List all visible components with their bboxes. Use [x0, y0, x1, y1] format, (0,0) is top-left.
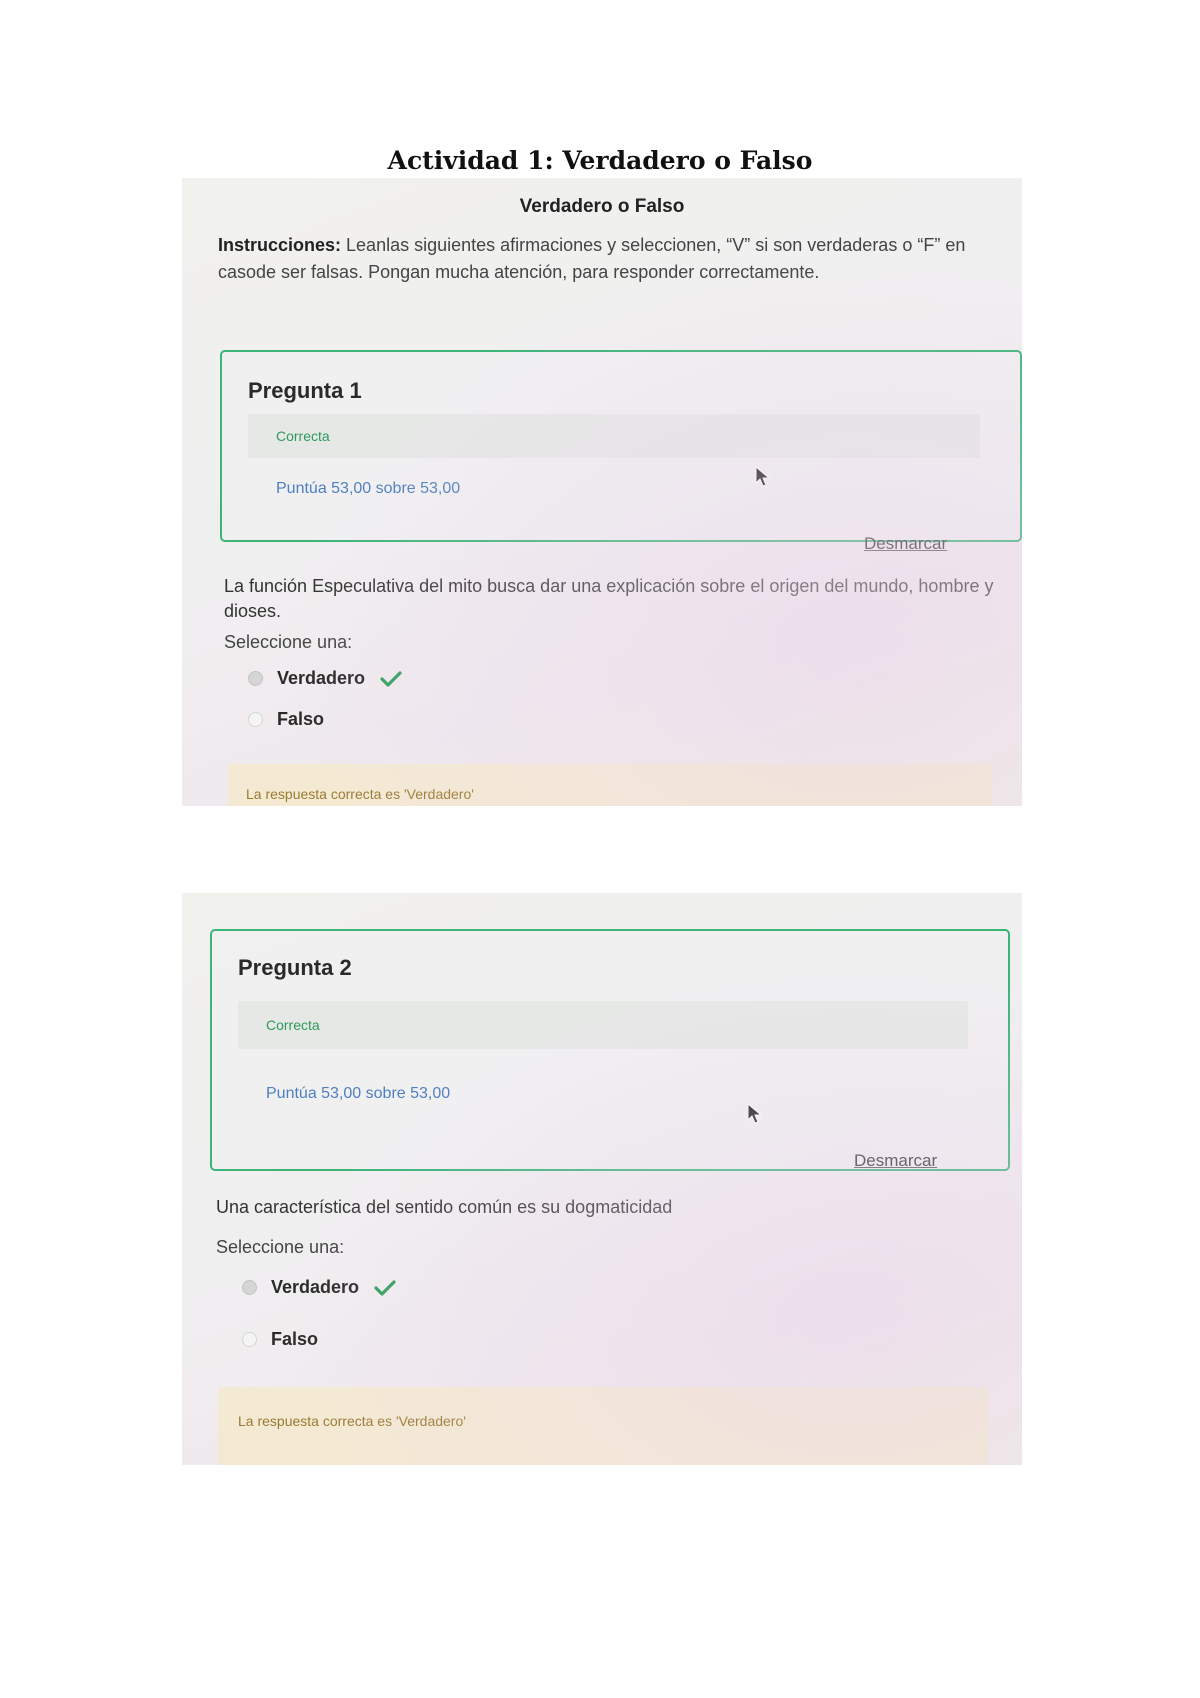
option-label: Falso	[277, 709, 325, 729]
question-state-bar	[238, 1001, 968, 1049]
check-icon	[374, 1279, 396, 1296]
radio-button[interactable]	[248, 712, 263, 727]
option-verdadero[interactable]: Verdadero	[248, 668, 403, 689]
option-falso[interactable]: Falso	[242, 1329, 318, 1350]
mouse-cursor-icon	[747, 1103, 763, 1124]
unflag-link[interactable]: Desmarcar	[864, 534, 947, 554]
select-label: Seleccione una:	[224, 632, 353, 652]
feedback-text: La respuesta correcta es 'Verdadero'	[246, 786, 474, 802]
check-icon	[380, 670, 402, 687]
document-title: Actividad 1: Verdadero o Falso	[387, 146, 813, 175]
screenshot-question-1: Verdadero o Falso Instrucciones: Leanlas…	[182, 178, 1022, 806]
instructions: Instrucciones: Leanlas siguientes afirma…	[218, 232, 978, 286]
feedback-box: La respuesta correcta es 'Verdadero'	[228, 764, 992, 806]
unflag-link[interactable]: Desmarcar	[854, 1151, 937, 1171]
question-state-bar	[248, 414, 980, 458]
mouse-cursor-icon	[755, 466, 771, 487]
question-text: La función Especulativa del mito busca d…	[224, 576, 994, 621]
question-state: Correcta	[266, 1017, 320, 1033]
question-state: Correcta	[276, 428, 330, 444]
question-info-box: Pregunta 1 Correcta Puntúa 53,00 sobre 5…	[220, 350, 1022, 542]
question-title: Pregunta 2	[238, 955, 352, 980]
screenshot-question-2: Pregunta 2 Correcta Puntúa 53,00 sobre 5…	[182, 893, 1022, 1465]
question-grade: Puntúa 53,00 sobre 53,00	[266, 1085, 451, 1102]
radio-button[interactable]	[242, 1280, 257, 1295]
question-text: Una característica del sentido común es …	[216, 1197, 673, 1217]
question-grade: Puntúa 53,00 sobre 53,00	[276, 480, 461, 497]
option-label: Falso	[271, 1329, 319, 1349]
section-title: Verdadero o Falso	[519, 196, 685, 217]
option-verdadero[interactable]: Verdadero	[242, 1277, 397, 1298]
question-info-box: Pregunta 2 Correcta Puntúa 53,00 sobre 5…	[210, 929, 1010, 1171]
question-title: Pregunta 1	[248, 378, 362, 403]
feedback-text: La respuesta correcta es 'Verdadero'	[238, 1413, 466, 1429]
instructions-label: Instrucciones:	[218, 235, 342, 255]
radio-button[interactable]	[248, 671, 263, 686]
radio-button[interactable]	[242, 1332, 257, 1347]
option-falso[interactable]: Falso	[248, 709, 324, 730]
option-label: Verdadero	[271, 1277, 360, 1297]
option-label: Verdadero	[277, 668, 366, 688]
feedback-box: La respuesta correcta es 'Verdadero'	[218, 1387, 988, 1465]
select-label: Seleccione una:	[216, 1237, 345, 1257]
